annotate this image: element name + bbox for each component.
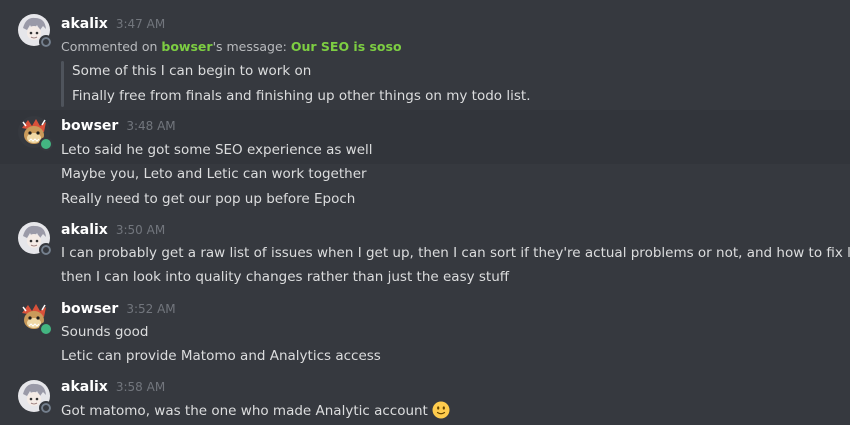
timestamp[interactable]: 3:48 AM [126,119,175,133]
message-text-row: Got matomo, was the one who made Analyti… [61,401,450,420]
comment-middle: 's message: [212,39,291,54]
quote-line: Finally free from finals and finishing u… [72,88,531,104]
avatar-akalix[interactable] [18,380,53,415]
comment-prefix: Commented on [61,39,162,54]
timestamp[interactable]: 3:58 AM [116,380,165,394]
avatar-akalix[interactable] [18,14,53,49]
message-group-bowser-2: bowser 3:52 AM Sounds good Letic can pro… [0,294,850,372]
message-header: bowser 3:52 AM [61,301,176,321]
message-text: Sounds good [61,324,149,340]
message-text: Letic can provide Matomo and Analytics a… [61,348,381,364]
slight-smile-emoji-icon[interactable] [432,401,450,419]
message-text: then I can look into quality changes rat… [61,269,510,285]
message-group-akalix-1: akalix 3:47 AM Commented on bowser's mes… [0,0,850,108]
message-header: akalix 3:47 AM [61,16,165,36]
message-text: I can probably get a raw list of issues … [61,245,850,261]
message-header: bowser 3:48 AM [61,118,176,138]
avatar-akalix[interactable] [18,222,53,257]
status-offline-icon [39,401,53,415]
timestamp[interactable]: 3:47 AM [116,17,165,31]
message-text: Leto said he got some SEO experience as … [61,142,373,158]
status-online-icon [39,322,53,336]
username[interactable]: akalix [61,379,108,395]
comment-target-message[interactable]: Our SEO is soso [291,39,402,54]
message-header: akalix 3:50 AM [61,222,165,242]
timestamp[interactable]: 3:52 AM [126,302,175,316]
avatar-bowser[interactable] [18,301,53,336]
username[interactable]: akalix [61,222,108,238]
message-text: Really need to get our pop up before Epo… [61,191,356,207]
status-online-icon [39,137,53,151]
status-offline-icon [39,35,53,49]
comment-reference: Commented on bowser's message: Our SEO i… [61,39,402,54]
username[interactable]: akalix [61,16,108,32]
message-text: Maybe you, Leto and Letic can work toget… [61,166,367,182]
message-group-bowser-1-content: bowser 3:48 AM Leto said he got some SEO… [0,110,850,214]
chat-message-list: akalix 3:47 AM Commented on bowser's mes… [0,0,850,425]
comment-target-user[interactable]: bowser [161,39,212,54]
username[interactable]: bowser [61,118,118,134]
status-offline-icon [39,243,53,257]
avatar-bowser[interactable] [18,116,53,151]
timestamp[interactable]: 3:50 AM [116,223,165,237]
message-group-akalix-2: akalix 3:50 AM I can probably get a raw … [0,214,850,294]
message-header: akalix 3:58 AM [61,379,165,399]
quote-line: Some of this I can begin to work on [72,63,312,79]
username[interactable]: bowser [61,301,118,317]
message-text: Got matomo, was the one who made Analyti… [61,403,428,419]
quote-bar [61,61,64,107]
message-group-akalix-3: akalix 3:58 AM Got matomo, was the one w… [0,372,850,425]
